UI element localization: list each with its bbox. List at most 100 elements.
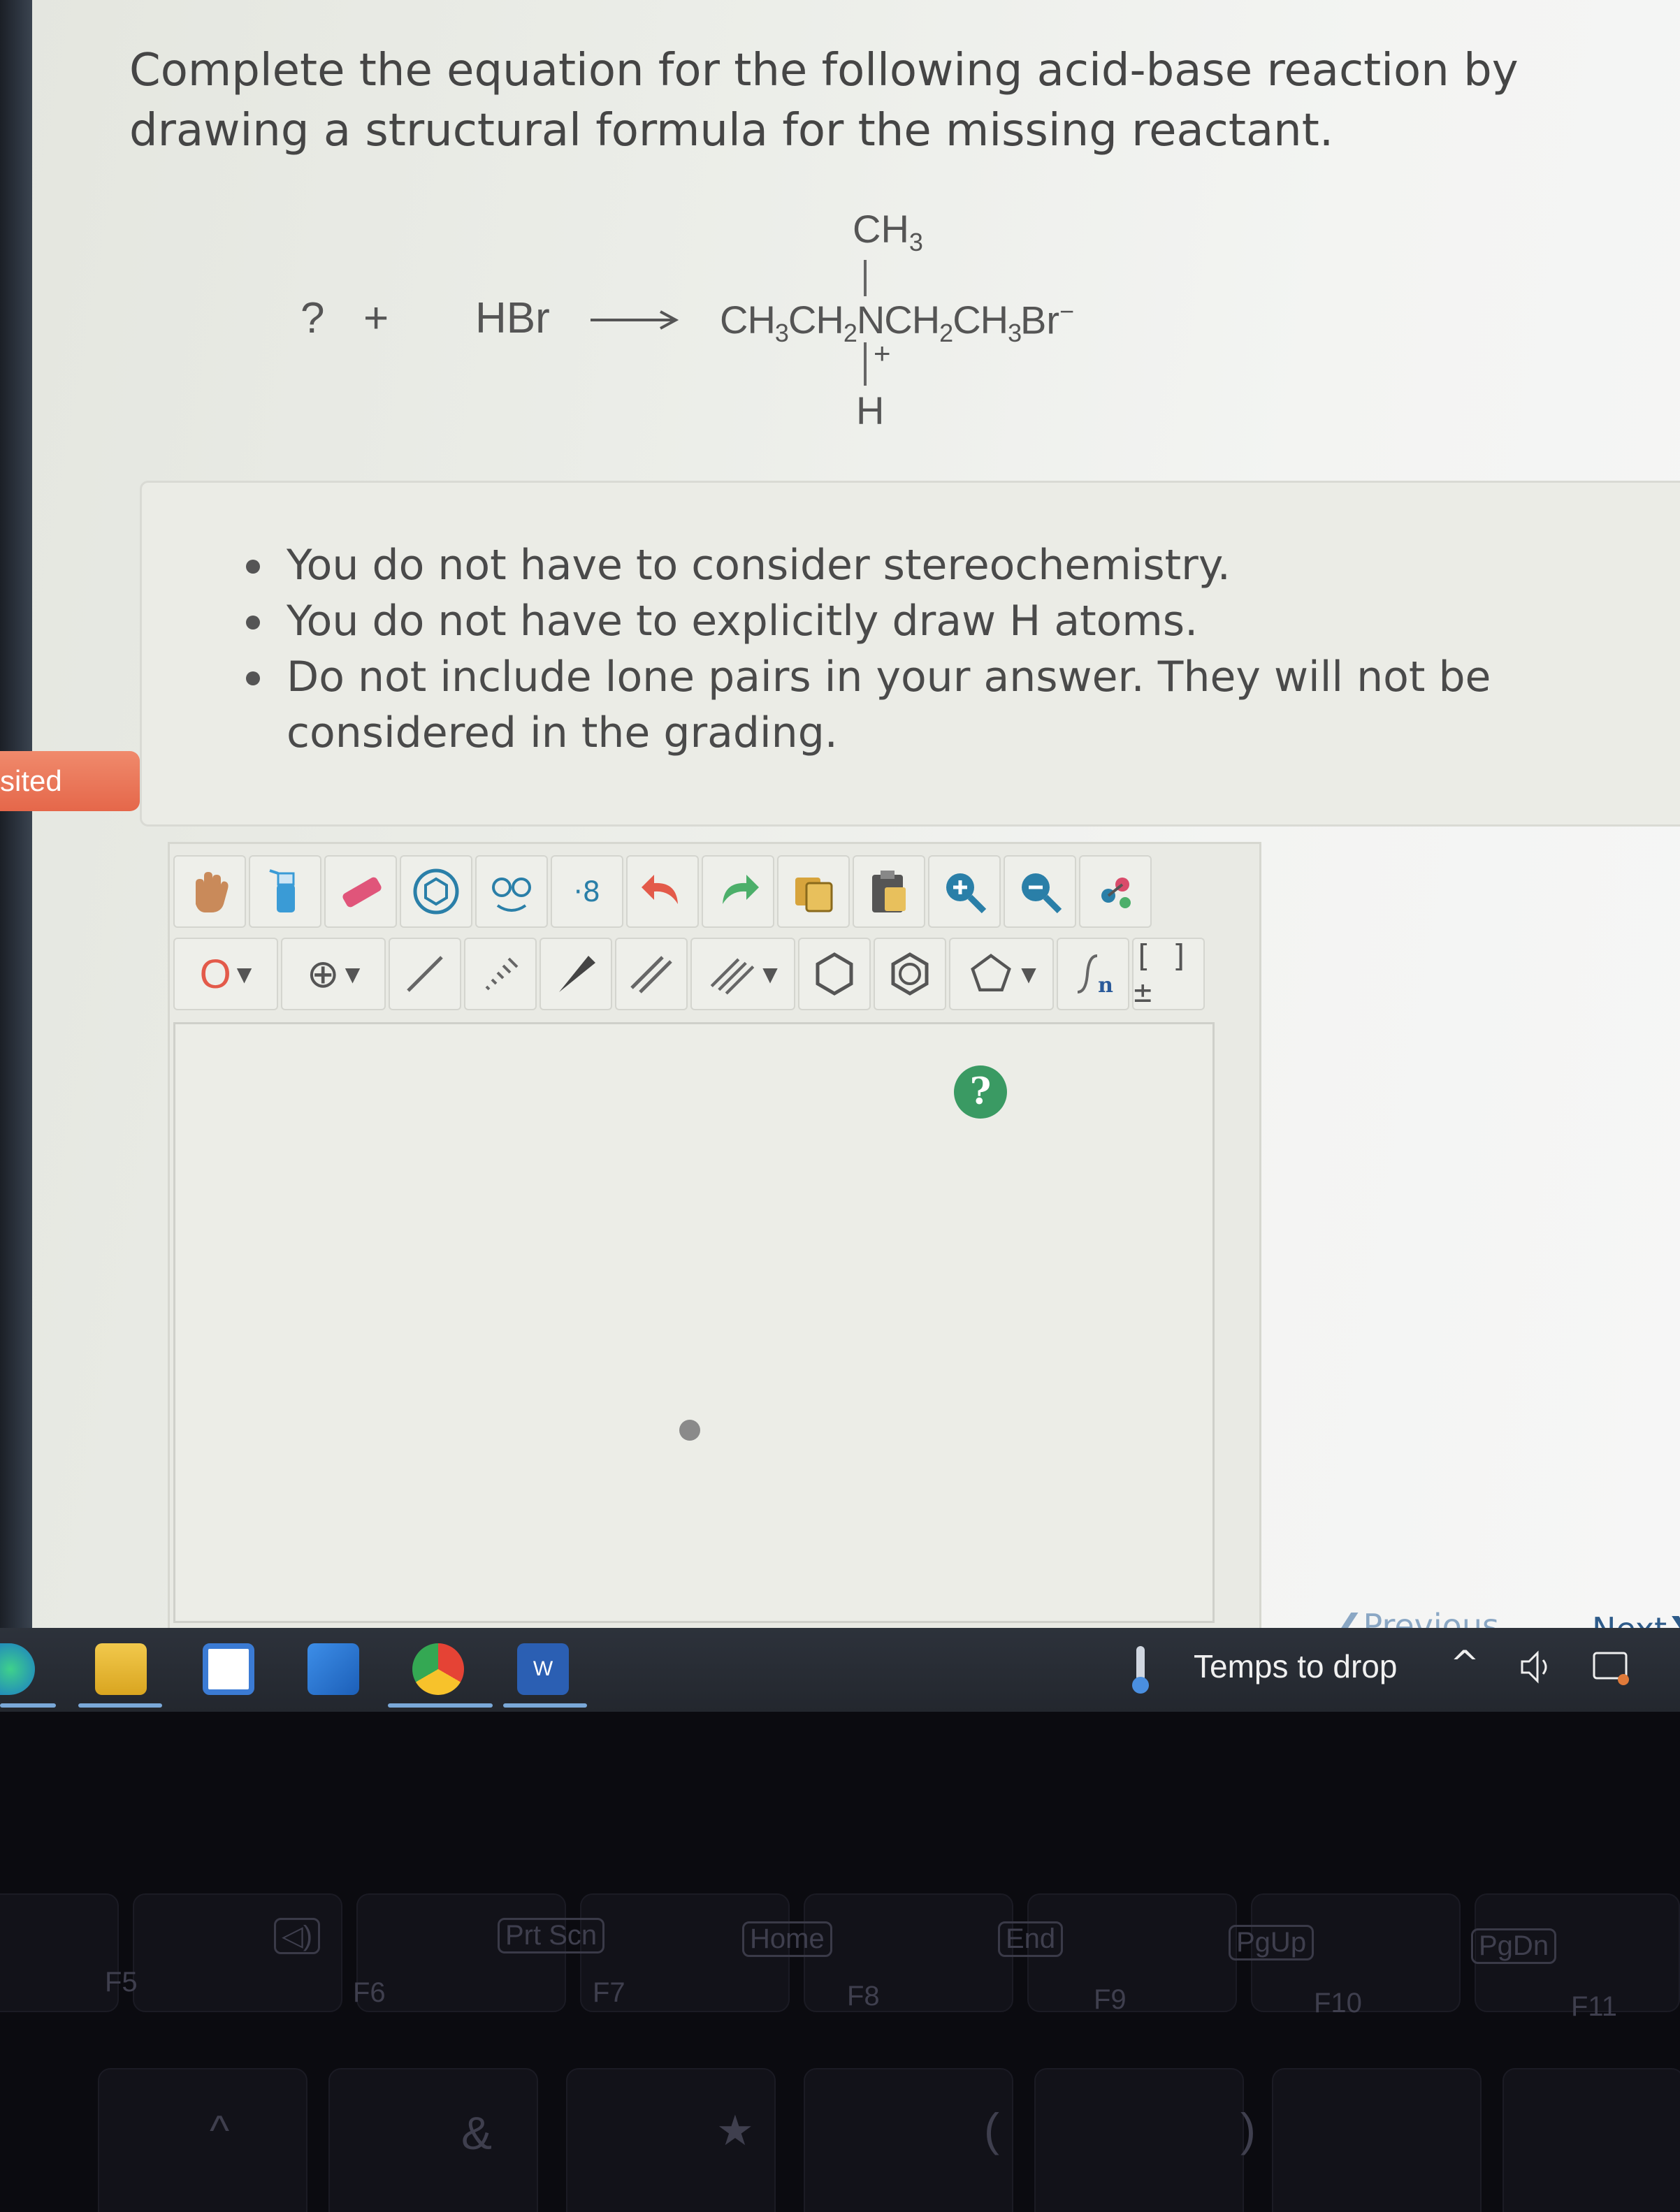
ammonium-charge: +	[874, 337, 891, 370]
zoom-out-button[interactable]	[1004, 855, 1076, 928]
key-label-f8: F8	[847, 1981, 880, 2011]
chain-icon	[492, 878, 531, 912]
key-label-f10: F10	[1314, 1988, 1362, 2018]
template-button[interactable]	[400, 855, 472, 928]
bracket-label: [ ]±	[1134, 938, 1189, 1010]
undo-button[interactable]	[626, 855, 699, 928]
product-main-chain: CH3CH2NCH2CH3	[720, 298, 1022, 348]
cyclohexane-icon	[816, 952, 853, 996]
key-f4[interactable]	[0, 1893, 119, 2012]
store-icon[interactable]	[203, 1643, 254, 1695]
ring-number-button[interactable]: ·8	[551, 855, 623, 928]
copy-icon	[795, 878, 833, 912]
eraser-button[interactable]	[324, 855, 397, 928]
key-f8[interactable]	[804, 1893, 1013, 2012]
hint-item: Do not include lone pairs in your answer…	[243, 649, 1680, 761]
chain-button[interactable]	[475, 855, 548, 928]
key-7[interactable]	[328, 2068, 538, 2212]
reaction-arrow-icon	[591, 310, 679, 330]
key-label-caret: ^	[210, 2107, 230, 2154]
copy-button[interactable]	[777, 855, 850, 928]
benzene-button[interactable]	[874, 938, 946, 1010]
cyclohexane-button[interactable]	[798, 938, 871, 1010]
hints-list: You do not have to consider stereochemis…	[243, 537, 1680, 761]
plus-sign: +	[363, 294, 389, 342]
wedge-bond-button[interactable]	[540, 938, 612, 1010]
key-6[interactable]	[98, 2068, 307, 2212]
active-indicator	[503, 1703, 587, 1708]
clear-button[interactable]	[249, 855, 321, 928]
structure-editor: ·8 O ▼ ⊕ ▼ ▼ ▼ n []±	[168, 842, 1261, 1628]
cyclopentane-selector[interactable]: ▼	[949, 938, 1054, 1010]
benzene-icon	[891, 952, 929, 996]
keyboard: F5 ◁) F6 Prt Scn F7 Home F8 End F9 PgUp …	[0, 1712, 1680, 2212]
hand-tool-button[interactable]	[173, 855, 246, 928]
undo-icon	[642, 875, 678, 904]
clean-icon	[1101, 878, 1131, 908]
single-bond-button[interactable]	[389, 938, 461, 1010]
thermometer-icon	[1132, 1646, 1149, 1694]
editor-toolbar-top: ·8	[173, 850, 1154, 933]
triple-bond-selector[interactable]: ▼	[690, 938, 795, 1010]
redo-button[interactable]	[702, 855, 774, 928]
sgroup-icon: n	[1077, 954, 1113, 998]
key-9[interactable]	[804, 2068, 1013, 2212]
bracket-charge-button[interactable]: [ ]±	[1132, 938, 1205, 1010]
atom-selector[interactable]: O ▼	[173, 938, 278, 1010]
help-button[interactable]: ?	[954, 1065, 1007, 1119]
key-label-pgdn: PgDn	[1471, 1928, 1557, 1964]
key-label-paren-close: )	[1240, 2104, 1256, 2155]
triple-bond-icon	[710, 958, 755, 995]
eraser-icon	[342, 877, 382, 908]
key-label-home: Home	[742, 1921, 832, 1957]
word-label: W	[533, 1657, 553, 1680]
hint-item: You do not have to explicitly draw H ato…	[243, 593, 1680, 649]
key-label-mute: ◁)	[274, 1918, 321, 1954]
word-icon[interactable]: W	[517, 1643, 569, 1695]
canvas-dot	[679, 1420, 700, 1441]
chrome-icon[interactable]	[412, 1643, 464, 1695]
next-label: Next	[1592, 1610, 1667, 1628]
chevron-down-icon: ▼	[762, 962, 778, 986]
sgroup-button[interactable]: n	[1057, 938, 1129, 1010]
file-explorer-icon[interactable]	[95, 1643, 147, 1695]
taskbar: W Temps to drop ^	[0, 1628, 1680, 1712]
active-indicator	[388, 1703, 493, 1708]
key-0[interactable]	[1034, 2068, 1244, 2212]
chevron-down-icon: ▼	[236, 962, 252, 986]
wedge-bond-icon	[559, 956, 595, 992]
hint-item: You do not have to consider stereochemis…	[243, 537, 1680, 593]
previous-button[interactable]: ❮Previous	[1336, 1607, 1499, 1628]
active-indicator	[78, 1703, 162, 1708]
key-equals[interactable]	[1502, 2068, 1680, 2212]
template-icon	[413, 868, 459, 915]
key-label-end: End	[998, 1921, 1064, 1957]
atom-label: O	[199, 951, 231, 997]
mail-icon[interactable]	[307, 1643, 359, 1695]
double-bond-button[interactable]	[615, 938, 688, 1010]
key-label-f11: F11	[1571, 1991, 1617, 2022]
chevron-left-icon: ❮	[1336, 1607, 1363, 1628]
drawing-canvas[interactable]	[173, 1022, 1215, 1623]
edge-icon[interactable]	[0, 1643, 35, 1695]
chevron-right-icon: ❯	[1667, 1610, 1680, 1628]
device-icon[interactable]	[1590, 1647, 1630, 1688]
cyclopentane-icon	[971, 954, 1012, 991]
reagent-hbr: HBr	[475, 294, 550, 342]
tray-expand-icon[interactable]: ^	[1450, 1643, 1479, 1684]
svg-text:·8: ·8	[574, 876, 600, 908]
volume-icon[interactable]	[1516, 1646, 1558, 1688]
visited-tab[interactable]: sited	[0, 751, 140, 811]
hashed-bond-button[interactable]	[464, 938, 537, 1010]
clean-structure-button[interactable]	[1079, 855, 1152, 928]
key-label-f9: F9	[1094, 1984, 1127, 2015]
paste-button[interactable]	[853, 855, 925, 928]
ring-number-icon: ·8	[574, 876, 600, 908]
chevron-down-icon: ▼	[1021, 962, 1036, 986]
zoom-in-button[interactable]	[928, 855, 1001, 928]
spray-bottle-icon	[269, 869, 295, 912]
charge-selector[interactable]: ⊕ ▼	[281, 938, 386, 1010]
weather-widget[interactable]: Temps to drop	[1194, 1647, 1397, 1685]
key-minus[interactable]	[1272, 2068, 1482, 2212]
next-button[interactable]: Next❯	[1592, 1610, 1680, 1628]
